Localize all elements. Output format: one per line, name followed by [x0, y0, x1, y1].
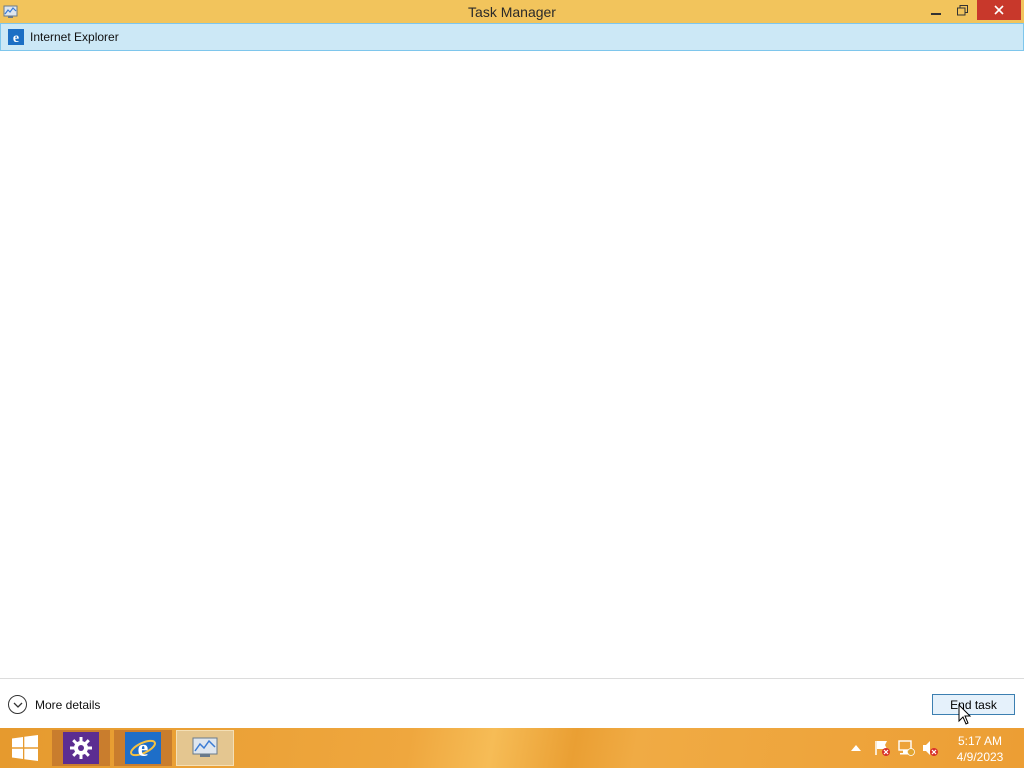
volume-muted-icon — [923, 741, 938, 756]
show-hidden-icons-button[interactable] — [851, 728, 863, 768]
network-icon — [898, 740, 915, 756]
minimize-icon — [931, 13, 941, 15]
restore-button[interactable] — [950, 0, 974, 20]
taskbar-internet-explorer[interactable]: e — [114, 730, 172, 766]
start-button[interactable] — [0, 728, 50, 768]
app-name: Internet Explorer — [30, 30, 119, 44]
chevron-down-icon — [8, 695, 27, 714]
action-center-tray[interactable] — [873, 728, 891, 768]
title-bar[interactable]: Task Manager — [0, 0, 1024, 23]
gear-icon — [63, 732, 99, 764]
window-title: Task Manager — [468, 4, 556, 20]
more-details-label: More details — [35, 697, 101, 712]
clock-time: 5:17 AM — [957, 734, 1003, 748]
app-row-internet-explorer[interactable]: e Internet Explorer — [0, 23, 1024, 51]
internet-explorer-icon: e — [8, 29, 24, 45]
close-button[interactable] — [977, 0, 1021, 20]
chevron-up-icon — [851, 745, 861, 751]
svg-text:e: e — [138, 736, 149, 762]
restore-icon — [956, 4, 968, 15]
action-center-flag-icon — [875, 741, 890, 756]
taskbar: e 5:17 AM 4/9/2023 — [0, 728, 1024, 768]
minimize-button[interactable] — [924, 0, 948, 20]
windows-logo-icon — [12, 735, 38, 761]
taskbar-settings[interactable] — [52, 730, 110, 766]
task-manager-icon — [192, 737, 218, 757]
clock[interactable]: 5:17 AM 4/9/2023 — [944, 733, 1016, 765]
task-manager-window: Task Manager e Internet Explorer More de… — [0, 0, 1024, 728]
internet-explorer-icon: e — [125, 732, 161, 764]
footer: More details End task — [0, 678, 1024, 728]
app-list: e Internet Explorer — [0, 23, 1024, 678]
end-task-button[interactable]: End task — [932, 694, 1015, 715]
clock-date: 4/9/2023 — [956, 750, 1004, 764]
mouse-cursor-icon — [958, 704, 972, 725]
taskbar-task-manager[interactable] — [176, 730, 234, 766]
more-details-toggle[interactable]: More details — [8, 695, 100, 714]
network-tray[interactable] — [897, 728, 915, 768]
volume-tray[interactable] — [921, 728, 939, 768]
svg-text:e: e — [13, 31, 19, 45]
close-icon — [994, 5, 1004, 15]
